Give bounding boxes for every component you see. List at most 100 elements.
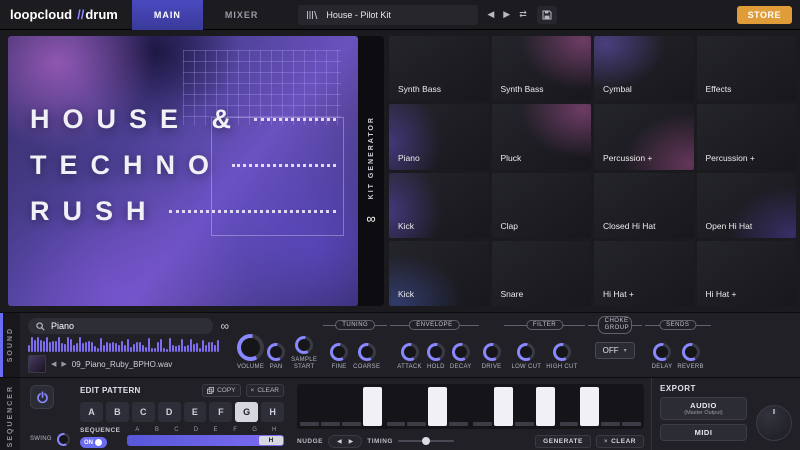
tab-sequencer[interactable]: SEQUENCER bbox=[0, 378, 20, 450]
preset-prev-button[interactable]: ◀ bbox=[487, 10, 494, 19]
coarse-knob[interactable] bbox=[358, 343, 376, 361]
volume-label: VOLUME bbox=[237, 364, 264, 371]
step-cell[interactable] bbox=[601, 387, 620, 426]
pattern-button-d[interactable]: D bbox=[158, 402, 181, 422]
drum-pad[interactable]: Hi Hat + bbox=[697, 241, 797, 306]
sequencer-side-controls: SWING bbox=[20, 378, 78, 450]
drum-pad[interactable]: Closed Hi Hat bbox=[594, 173, 694, 238]
high-cut-knob[interactable] bbox=[553, 343, 571, 361]
drum-pad[interactable]: Piano bbox=[389, 104, 489, 169]
step-cell[interactable] bbox=[536, 387, 555, 426]
step-cell[interactable] bbox=[580, 387, 599, 426]
step-cell[interactable] bbox=[300, 387, 319, 426]
clear-pattern-button[interactable]: × CLEAR bbox=[246, 384, 284, 397]
step-cell[interactable] bbox=[363, 387, 382, 426]
pad-label: Effects bbox=[706, 84, 732, 94]
header: loopcloud//drum MAIN MIXER House - Pilot… bbox=[0, 0, 800, 30]
drum-pad[interactable]: Synth Bass bbox=[492, 36, 592, 101]
step-cell[interactable] bbox=[622, 387, 641, 426]
clear-steps-button[interactable]: × CLEAR bbox=[596, 435, 644, 448]
sends-group: SENDS DELAY REVERB bbox=[645, 325, 711, 371]
drum-pad[interactable]: Snare bbox=[492, 241, 592, 306]
drum-pad[interactable]: Kick bbox=[389, 241, 489, 306]
pattern-button-c[interactable]: C bbox=[132, 402, 155, 422]
prev-sample-button[interactable]: ◀ bbox=[51, 360, 56, 368]
sequence-letter: G bbox=[245, 427, 265, 433]
low-cut-knob[interactable] bbox=[517, 343, 535, 361]
pattern-button-f[interactable]: F bbox=[209, 402, 232, 422]
step-cell[interactable] bbox=[560, 387, 579, 426]
step-cell[interactable] bbox=[449, 387, 468, 426]
sample-start-knob[interactable] bbox=[295, 336, 313, 354]
nudge-left-button[interactable]: ◀ bbox=[337, 438, 342, 445]
step-cell[interactable] bbox=[473, 387, 492, 426]
pan-knob[interactable] bbox=[267, 343, 285, 361]
waveform[interactable] bbox=[28, 337, 229, 352]
next-sample-button[interactable]: ▶ bbox=[61, 360, 66, 368]
power-button[interactable] bbox=[30, 385, 54, 409]
timing-slider-handle[interactable] bbox=[422, 437, 430, 445]
choke-group-select[interactable]: OFF ▾ bbox=[595, 342, 635, 359]
tab-mixer[interactable]: MIXER bbox=[203, 0, 281, 30]
drum-pad[interactable]: Open Hi Hat bbox=[697, 173, 797, 238]
preset-selector[interactable]: House - Pilot Kit bbox=[298, 5, 478, 25]
step-cell[interactable] bbox=[494, 387, 513, 426]
swing-knob[interactable] bbox=[57, 433, 70, 446]
chevron-down-icon: ▾ bbox=[624, 347, 627, 354]
pattern-button-g[interactable]: G bbox=[235, 402, 258, 422]
step-cell[interactable] bbox=[321, 387, 340, 426]
generate-button[interactable]: GENERATE bbox=[535, 435, 591, 448]
delay-knob[interactable] bbox=[653, 343, 671, 361]
step-cell[interactable] bbox=[407, 387, 426, 426]
preset-next-button[interactable]: ▶ bbox=[503, 10, 510, 19]
similar-sounds-button[interactable]: ∞ bbox=[220, 320, 229, 332]
pattern-button-h[interactable]: H bbox=[261, 402, 284, 422]
drum-pad[interactable]: Synth Bass bbox=[389, 36, 489, 101]
step-cell[interactable] bbox=[387, 387, 406, 426]
pattern-button-a[interactable]: A bbox=[80, 402, 103, 422]
copy-pattern-button[interactable]: COPY bbox=[202, 384, 240, 397]
drum-pad[interactable]: Percussion + bbox=[594, 104, 694, 169]
drum-pad[interactable]: Kick bbox=[389, 173, 489, 238]
pattern-editor: EDIT PATTERN COPY × CLEAR A B C D E F G … bbox=[78, 378, 290, 450]
drum-pad[interactable]: Effects bbox=[697, 36, 797, 101]
step-cell[interactable] bbox=[342, 387, 361, 426]
nudge-right-button[interactable]: ▶ bbox=[349, 438, 354, 445]
store-button[interactable]: STORE bbox=[737, 6, 792, 24]
export-audio-button[interactable]: AUDIO (Master Output) bbox=[660, 397, 747, 420]
sample-start-label: SAMPLE START bbox=[288, 357, 320, 371]
sequence-chip[interactable]: H bbox=[259, 436, 283, 445]
search-field[interactable]: Piano bbox=[28, 318, 213, 334]
timing-slider[interactable] bbox=[398, 440, 454, 442]
pattern-button-e[interactable]: E bbox=[184, 402, 207, 422]
sequence-on-toggle[interactable]: ON bbox=[80, 437, 107, 448]
tab-sound[interactable]: SOUND bbox=[0, 313, 20, 377]
reverb-knob[interactable] bbox=[682, 343, 700, 361]
pattern-button-b[interactable]: B bbox=[106, 402, 129, 422]
export-dial[interactable] bbox=[756, 405, 792, 441]
drive-knob[interactable] bbox=[483, 343, 501, 361]
drive-label: DRIVE bbox=[482, 364, 502, 371]
export-midi-button[interactable]: MIDI bbox=[660, 424, 747, 441]
hold-knob[interactable] bbox=[427, 343, 445, 361]
kit-generator-button[interactable]: KIT GENERATOR ∞ bbox=[358, 36, 384, 306]
tab-main[interactable]: MAIN bbox=[132, 0, 203, 30]
volume-knob[interactable] bbox=[237, 334, 264, 361]
step-cell[interactable] bbox=[428, 387, 447, 426]
drum-pad[interactable]: Hi Hat + bbox=[594, 241, 694, 306]
envelope-group-label: ENVELOPE bbox=[409, 320, 459, 330]
pad-label: Synth Bass bbox=[398, 84, 441, 94]
fine-knob[interactable] bbox=[330, 343, 348, 361]
sequencer-section: SEQUENCER SWING EDIT PATTERN COPY × CLEA… bbox=[0, 377, 800, 450]
tab-sound-label: SOUND bbox=[7, 327, 14, 362]
step-cell[interactable] bbox=[515, 387, 534, 426]
decay-knob[interactable] bbox=[452, 343, 470, 361]
drum-pad[interactable]: Pluck bbox=[492, 104, 592, 169]
sequence-timeline[interactable]: H bbox=[127, 435, 284, 446]
attack-knob[interactable] bbox=[401, 343, 419, 361]
save-button[interactable] bbox=[537, 6, 557, 24]
drum-pad[interactable]: Percussion + bbox=[697, 104, 797, 169]
drum-pad[interactable]: Clap bbox=[492, 173, 592, 238]
drum-pad[interactable]: Cymbal bbox=[594, 36, 694, 101]
shuffle-icon[interactable]: ⇄ bbox=[519, 10, 527, 19]
